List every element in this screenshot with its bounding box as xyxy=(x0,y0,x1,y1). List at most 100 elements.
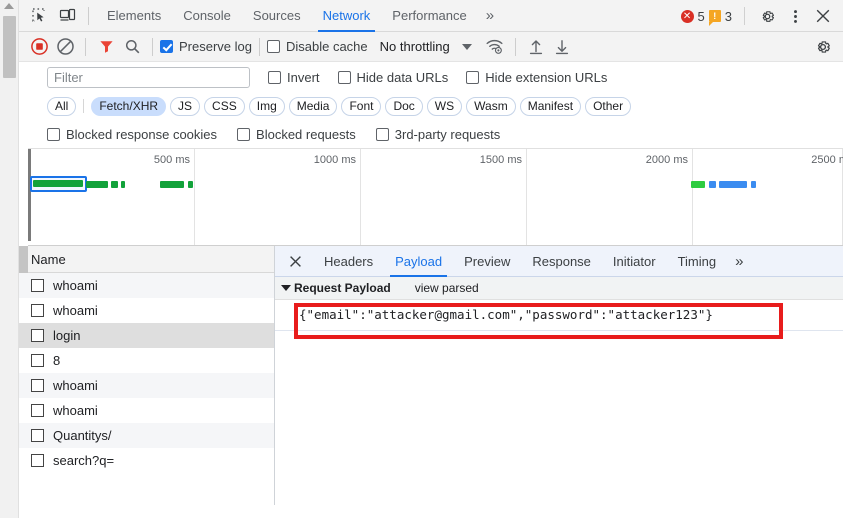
request-name: login xyxy=(53,327,81,343)
filter-pill-doc[interactable]: Doc xyxy=(385,96,423,116)
scroll-up-arrow-icon[interactable] xyxy=(4,3,14,9)
wifi-settings-icon[interactable] xyxy=(482,35,508,59)
gear-icon[interactable] xyxy=(753,3,781,29)
invert-checkbox[interactable]: Invert xyxy=(268,70,320,85)
filter-pill-img[interactable]: Img xyxy=(248,96,285,116)
tab-label: Sources xyxy=(252,8,301,23)
tab-timing[interactable]: Timing xyxy=(667,246,728,277)
tab-headers[interactable]: Headers xyxy=(313,246,384,277)
record-stop-icon[interactable] xyxy=(26,35,52,59)
filter-pill-ws[interactable]: WS xyxy=(426,96,463,116)
kebab-menu-icon[interactable] xyxy=(781,3,809,29)
triangle-down-icon[interactable] xyxy=(281,285,291,291)
filter-pill-other[interactable]: Other xyxy=(585,96,632,116)
tab-network[interactable]: Network xyxy=(312,0,382,32)
tab-elements[interactable]: Elements xyxy=(96,0,172,32)
blocked-requests-checkbox[interactable]: Blocked requests xyxy=(237,127,356,142)
header-gutter xyxy=(19,246,28,273)
third-party-requests-checkbox[interactable]: 3rd-party requests xyxy=(375,127,500,142)
search-icon[interactable] xyxy=(119,35,145,59)
tab-label: Console xyxy=(183,8,231,23)
filter-pill-js[interactable]: JS xyxy=(170,96,201,116)
warning-count-value: 3 xyxy=(724,8,732,24)
tab-preview[interactable]: Preview xyxy=(453,246,521,277)
table-row[interactable]: 8 xyxy=(19,348,274,373)
clear-network-log-icon[interactable] xyxy=(52,35,78,59)
timeline-tick-2500: 2500 m xyxy=(811,154,843,166)
tab-payload[interactable]: Payload xyxy=(384,246,453,277)
timeline-bar xyxy=(111,181,118,188)
warning-count-badge[interactable]: ! 3 xyxy=(708,8,732,26)
pill-label: Img xyxy=(256,99,277,113)
resource-type-filters: All Fetch/XHR JS CSS Img Media Font Doc … xyxy=(19,92,843,120)
chevron-down-icon[interactable] xyxy=(461,43,472,50)
preserve-log-checkbox[interactable]: Preserve log xyxy=(160,39,252,54)
network-overview-timeline[interactable]: 500 ms 1000 ms 1500 ms 2000 ms 2500 m xyxy=(28,148,843,246)
pill-label: Media xyxy=(296,99,330,113)
request-list-pane: Name whoami whoami login 8 whoami whoami… xyxy=(19,246,274,505)
more-tabs-icon[interactable]: » xyxy=(727,253,749,270)
filter-funnel-icon[interactable] xyxy=(93,35,119,59)
blocked-response-cookies-checkbox[interactable]: Blocked response cookies xyxy=(47,127,217,142)
view-parsed-link[interactable]: view parsed xyxy=(415,281,479,295)
tab-initiator[interactable]: Initiator xyxy=(602,246,667,277)
device-toolbar-icon[interactable] xyxy=(53,3,81,29)
timeline-tick-1000: 1000 ms xyxy=(313,154,356,166)
warning-icon: ! xyxy=(708,10,721,26)
pill-label: WS xyxy=(434,99,455,113)
request-name: whoami xyxy=(53,302,98,318)
tab-console[interactable]: Console xyxy=(172,0,242,32)
table-row[interactable]: whoami xyxy=(19,298,274,323)
table-row[interactable]: whoami xyxy=(19,273,274,298)
close-icon[interactable] xyxy=(809,3,837,29)
request-name: whoami xyxy=(53,277,98,293)
hide-extension-urls-checkbox[interactable]: Hide extension URLs xyxy=(466,70,607,85)
export-har-icon[interactable] xyxy=(549,35,575,59)
tab-label: Preview xyxy=(464,253,511,269)
request-name: 8 xyxy=(53,352,61,368)
network-settings-gear-icon[interactable] xyxy=(810,35,836,59)
toolbar-separator xyxy=(258,37,260,56)
tab-sources[interactable]: Sources xyxy=(242,0,312,32)
table-row[interactable]: whoami xyxy=(19,398,274,423)
checkbox-box xyxy=(47,127,60,141)
search-input[interactable] xyxy=(47,66,250,88)
page-scrollbar[interactable] xyxy=(0,0,19,518)
scrollbar-thumb[interactable] xyxy=(3,16,16,78)
tab-performance[interactable]: Performance xyxy=(381,0,477,32)
file-icon xyxy=(31,328,44,342)
payload-raw-text[interactable]: {"email":"attacker@gmail.com","password"… xyxy=(275,300,843,330)
request-list-header[interactable]: Name xyxy=(19,246,274,273)
timeline-bar xyxy=(121,181,125,188)
blocked-response-cookies-label: Blocked response cookies xyxy=(66,126,218,142)
hide-data-urls-label: Hide data URLs xyxy=(356,69,449,85)
filter-pill-media[interactable]: Media xyxy=(288,96,338,116)
request-name: search?q= xyxy=(53,452,115,468)
request-payload-section-header[interactable]: Request Payload view parsed xyxy=(275,277,843,300)
table-row[interactable]: whoami xyxy=(19,373,274,398)
filter-pill-wasm[interactable]: Wasm xyxy=(466,96,516,116)
checkbox-box xyxy=(337,70,351,84)
hide-data-urls-checkbox[interactable]: Hide data URLs xyxy=(337,69,449,85)
file-icon xyxy=(31,378,44,392)
filter-pill-all[interactable]: All xyxy=(47,96,77,116)
close-icon[interactable] xyxy=(283,249,307,273)
table-row[interactable]: login xyxy=(19,323,274,348)
devtools-panel: Elements Console Sources Network Perform… xyxy=(19,0,843,518)
tab-response[interactable]: Response xyxy=(521,246,602,277)
payload-content: {"email":"attacker@gmail.com","password"… xyxy=(275,300,843,505)
inspect-element-icon[interactable] xyxy=(25,3,53,29)
error-count-badge[interactable]: ✕ 5 xyxy=(680,9,705,24)
more-tabs-icon[interactable]: » xyxy=(478,7,500,24)
filter-pill-css[interactable]: CSS xyxy=(204,96,245,116)
table-row[interactable]: Quantitys/ xyxy=(19,423,274,448)
filter-pill-fetch-xhr[interactable]: Fetch/XHR xyxy=(91,96,167,116)
import-har-icon[interactable] xyxy=(523,35,549,59)
disable-cache-checkbox[interactable]: Disable cache xyxy=(266,39,368,54)
tab-label: Network xyxy=(322,8,371,23)
filter-pill-manifest[interactable]: Manifest xyxy=(519,96,582,116)
throttling-select[interactable]: No throttling xyxy=(380,39,450,54)
table-row[interactable]: search?q= xyxy=(19,448,274,473)
filter-pill-font[interactable]: Font xyxy=(341,96,382,116)
tab-label: Payload xyxy=(395,253,443,269)
